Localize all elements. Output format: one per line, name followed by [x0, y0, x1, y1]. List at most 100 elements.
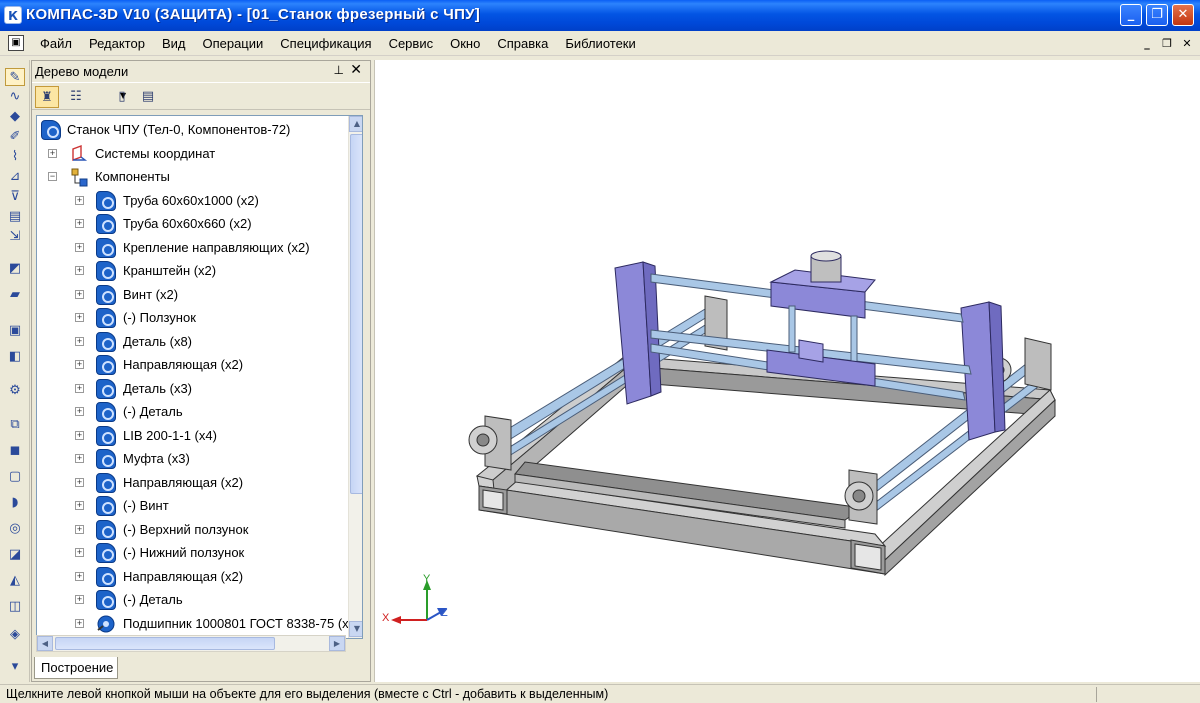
extrude-tool-icon[interactable]: ◭ [5, 572, 25, 590]
expand-icon[interactable]: + [75, 478, 84, 487]
component-item[interactable]: + Направляющая (x2) [37, 472, 347, 494]
title-bar[interactable]: К КОМПАС-3D V10 (ЗАЩИТА) - [01_Станок фр… [0, 0, 1200, 31]
pencil-tool-icon[interactable]: ✐ [5, 128, 25, 146]
component-item[interactable]: + (-) Нижний ползунок [37, 542, 347, 564]
model-viewport[interactable]: Y X Z [374, 60, 1200, 682]
expand-icon[interactable]: + [75, 431, 84, 440]
folder-tool-icon[interactable]: ▰ [5, 286, 25, 304]
document-icon[interactable]: ▣ [8, 35, 24, 51]
cube-tool-icon[interactable]: ◧ [5, 348, 25, 366]
shape-tool-icon[interactable]: ◆ [5, 108, 25, 126]
mdi-minimize-button[interactable]: _ [1140, 37, 1154, 51]
menu-view[interactable]: Вид [162, 36, 194, 51]
scroll-left-icon[interactable]: ◀ [37, 636, 53, 651]
tree-horizontal-scrollbar[interactable]: ◀ ▶ [36, 635, 346, 652]
kompas-app-icon[interactable]: К [4, 6, 22, 24]
tree-vertical-scrollbar[interactable]: ▲ ▼ [348, 116, 362, 638]
component-item[interactable]: + Деталь (x3) [37, 378, 347, 400]
component-item[interactable]: + (-) Деталь [37, 401, 347, 423]
document-list-icon[interactable]: ▤ [136, 86, 160, 108]
part-tool-icon[interactable]: ◩ [5, 260, 25, 278]
scroll-right-icon[interactable]: ▶ [329, 636, 345, 651]
expand-icon[interactable]: + [75, 619, 84, 628]
expand-icon[interactable]: + [48, 149, 57, 158]
expand-icon[interactable]: + [75, 243, 84, 252]
scroll-thumb[interactable] [55, 637, 275, 650]
scroll-up-icon[interactable]: ▲ [349, 116, 362, 132]
component-item[interactable]: + (-) Ползунок [37, 307, 347, 329]
curve-tool-icon[interactable]: ∿ [5, 88, 25, 106]
component-item[interactable]: + (-) Верхний ползунок [37, 519, 347, 541]
copy-tool-icon[interactable]: ⧉ [5, 416, 25, 434]
shell-tool-icon[interactable]: ◗ [5, 494, 25, 512]
spec-tool-icon[interactable]: ▤ [5, 208, 25, 226]
menu-file[interactable]: Файл [40, 36, 80, 51]
panel-close-icon[interactable]: ✕ [350, 62, 362, 78]
mdi-restore-button[interactable]: ❐ [1160, 37, 1174, 51]
collapse-icon[interactable]: − [48, 172, 57, 181]
menu-operations[interactable]: Операции [202, 36, 271, 51]
scroll-down-icon[interactable]: ▼ [349, 621, 362, 637]
clip-tool-icon[interactable]: ⌇ [5, 148, 25, 166]
expand-icon[interactable]: + [75, 407, 84, 416]
box-tool-icon[interactable]: ▣ [5, 322, 25, 340]
menu-window[interactable]: Окно [450, 36, 488, 51]
component-item[interactable]: + Крепление направляющих (x2) [37, 237, 347, 259]
frame-tool-icon[interactable]: ▢ [5, 468, 25, 486]
expand-icon[interactable]: + [75, 313, 84, 322]
close-button[interactable]: ✕ [1172, 4, 1194, 26]
component-item[interactable]: + Деталь (x8) [37, 331, 347, 353]
component-item[interactable]: + Труба 60х60х660 (x2) [37, 213, 347, 235]
assembly-tool-icon[interactable]: ⚙ [5, 382, 25, 400]
menu-libraries[interactable]: Библиотеки [565, 36, 643, 51]
expand-icon[interactable]: + [75, 572, 84, 581]
expand-icon[interactable]: + [75, 595, 84, 604]
menu-help[interactable]: Справка [497, 36, 556, 51]
filter-tool-icon[interactable]: ⊽ [5, 188, 25, 206]
properties-icon[interactable]: ▯ [110, 86, 134, 108]
tree-item-coordinate-systems[interactable]: + Системы координат [37, 143, 347, 165]
component-item[interactable]: + Подшипник 1000801 ГОСТ 8338-75 (x [37, 613, 349, 635]
solid-tool-icon[interactable]: ◼ [5, 442, 25, 460]
tree-structure-icon[interactable]: ♜ [35, 86, 59, 108]
expand-icon[interactable]: + [75, 337, 84, 346]
tree-root[interactable]: Станок ЧПУ (Тел-0, Компонентов-72) [37, 119, 347, 141]
component-item[interactable]: + Винт (x2) [37, 284, 347, 306]
component-item[interactable]: + (-) Винт [37, 495, 347, 517]
array-tool-icon[interactable]: ◪ [5, 546, 25, 564]
expand-icon[interactable]: + [75, 219, 84, 228]
expand-icon[interactable]: + [75, 360, 84, 369]
component-item[interactable]: + Направляющая (x2) [37, 566, 347, 588]
mdi-close-button[interactable]: ✕ [1180, 37, 1194, 51]
restore-button[interactable]: ❐ [1146, 4, 1168, 26]
hole-tool-icon[interactable]: ◎ [5, 520, 25, 538]
expand-icon[interactable]: + [75, 384, 84, 393]
expand-icon[interactable]: + [75, 196, 84, 205]
tree-item-components[interactable]: − Компоненты [37, 166, 347, 188]
more-tools-icon[interactable]: ▾ [5, 658, 25, 676]
expand-icon[interactable]: + [75, 266, 84, 275]
tree-view-mode-icon[interactable]: ☷ [64, 86, 88, 108]
menu-editor[interactable]: Редактор [89, 36, 153, 51]
expand-icon[interactable]: + [75, 548, 84, 557]
component-item[interactable]: + Кранштейн (x2) [37, 260, 347, 282]
surface-tool-icon[interactable]: ◈ [5, 626, 25, 644]
menu-specification[interactable]: Спецификация [280, 36, 379, 51]
menu-service[interactable]: Сервис [389, 36, 442, 51]
expand-icon[interactable]: + [75, 454, 84, 463]
measure-tool-icon[interactable]: ⊿ [5, 168, 25, 186]
expand-icon[interactable]: + [75, 290, 84, 299]
component-item[interactable]: + Муфта (x3) [37, 448, 347, 470]
report-tool-icon[interactable]: ⇲ [5, 228, 25, 246]
minimize-button[interactable]: _ [1120, 4, 1142, 26]
pin-icon[interactable]: ⊥ [334, 63, 344, 77]
expand-icon[interactable]: + [75, 525, 84, 534]
edit-tool-icon[interactable]: ✎ [5, 68, 25, 86]
component-item[interactable]: + Труба 60х60х1000 (x2) [37, 190, 347, 212]
component-item[interactable]: + Направляющая (x2) [37, 354, 347, 376]
component-item[interactable]: + (-) Деталь [37, 589, 347, 611]
section-tool-icon[interactable]: ◫ [5, 598, 25, 616]
expand-icon[interactable]: + [75, 501, 84, 510]
tab-build[interactable]: Построение [34, 657, 118, 679]
scroll-thumb[interactable] [350, 134, 362, 494]
